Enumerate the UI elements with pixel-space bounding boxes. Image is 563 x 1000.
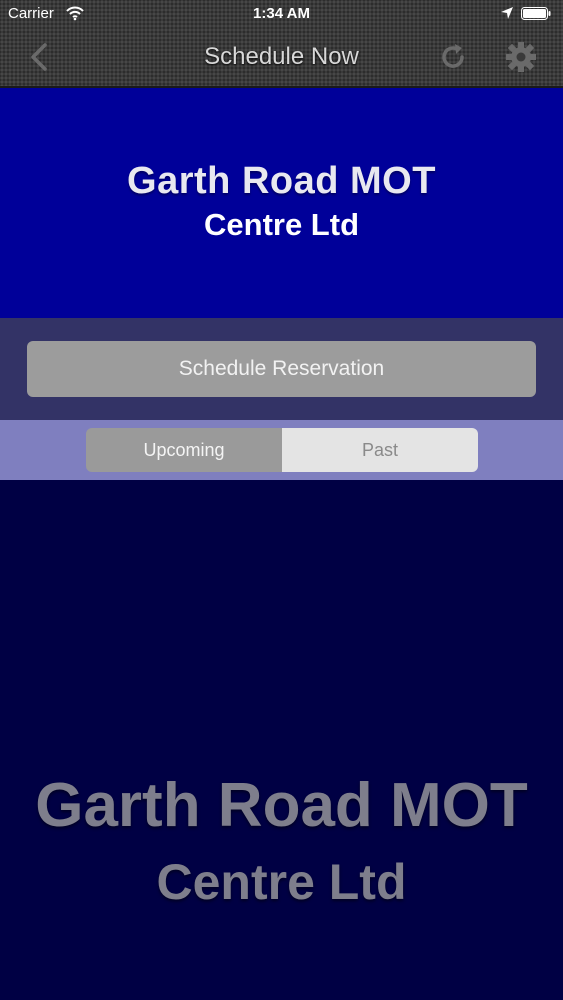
top-bar: Carrier 1:34 AM Schedule Now (0, 0, 563, 88)
schedule-reservation-button[interactable]: Schedule Reservation (27, 341, 536, 397)
reservations-list-area (0, 480, 563, 1000)
status-time: 1:34 AM (253, 5, 310, 22)
tab-upcoming[interactable]: Upcoming (86, 428, 282, 472)
battery-icon (521, 7, 551, 20)
watermark-logo-line1: Garth Road MOT (35, 771, 528, 840)
tab-past[interactable]: Past (282, 428, 478, 472)
nav-title: Schedule Now (204, 43, 359, 70)
header-banner (0, 88, 563, 318)
refresh-icon[interactable] (438, 42, 468, 72)
banner-title: Garth Road MOT (127, 160, 436, 202)
segmented-control: Upcoming Past (86, 428, 478, 472)
gear-icon[interactable] (504, 40, 538, 74)
location-arrow-icon (501, 7, 513, 19)
status-bar: Carrier 1:34 AM (0, 0, 563, 28)
watermark-logo-line2: Centre Ltd (156, 854, 407, 910)
banner-subtitle: Centre Ltd (204, 207, 359, 242)
